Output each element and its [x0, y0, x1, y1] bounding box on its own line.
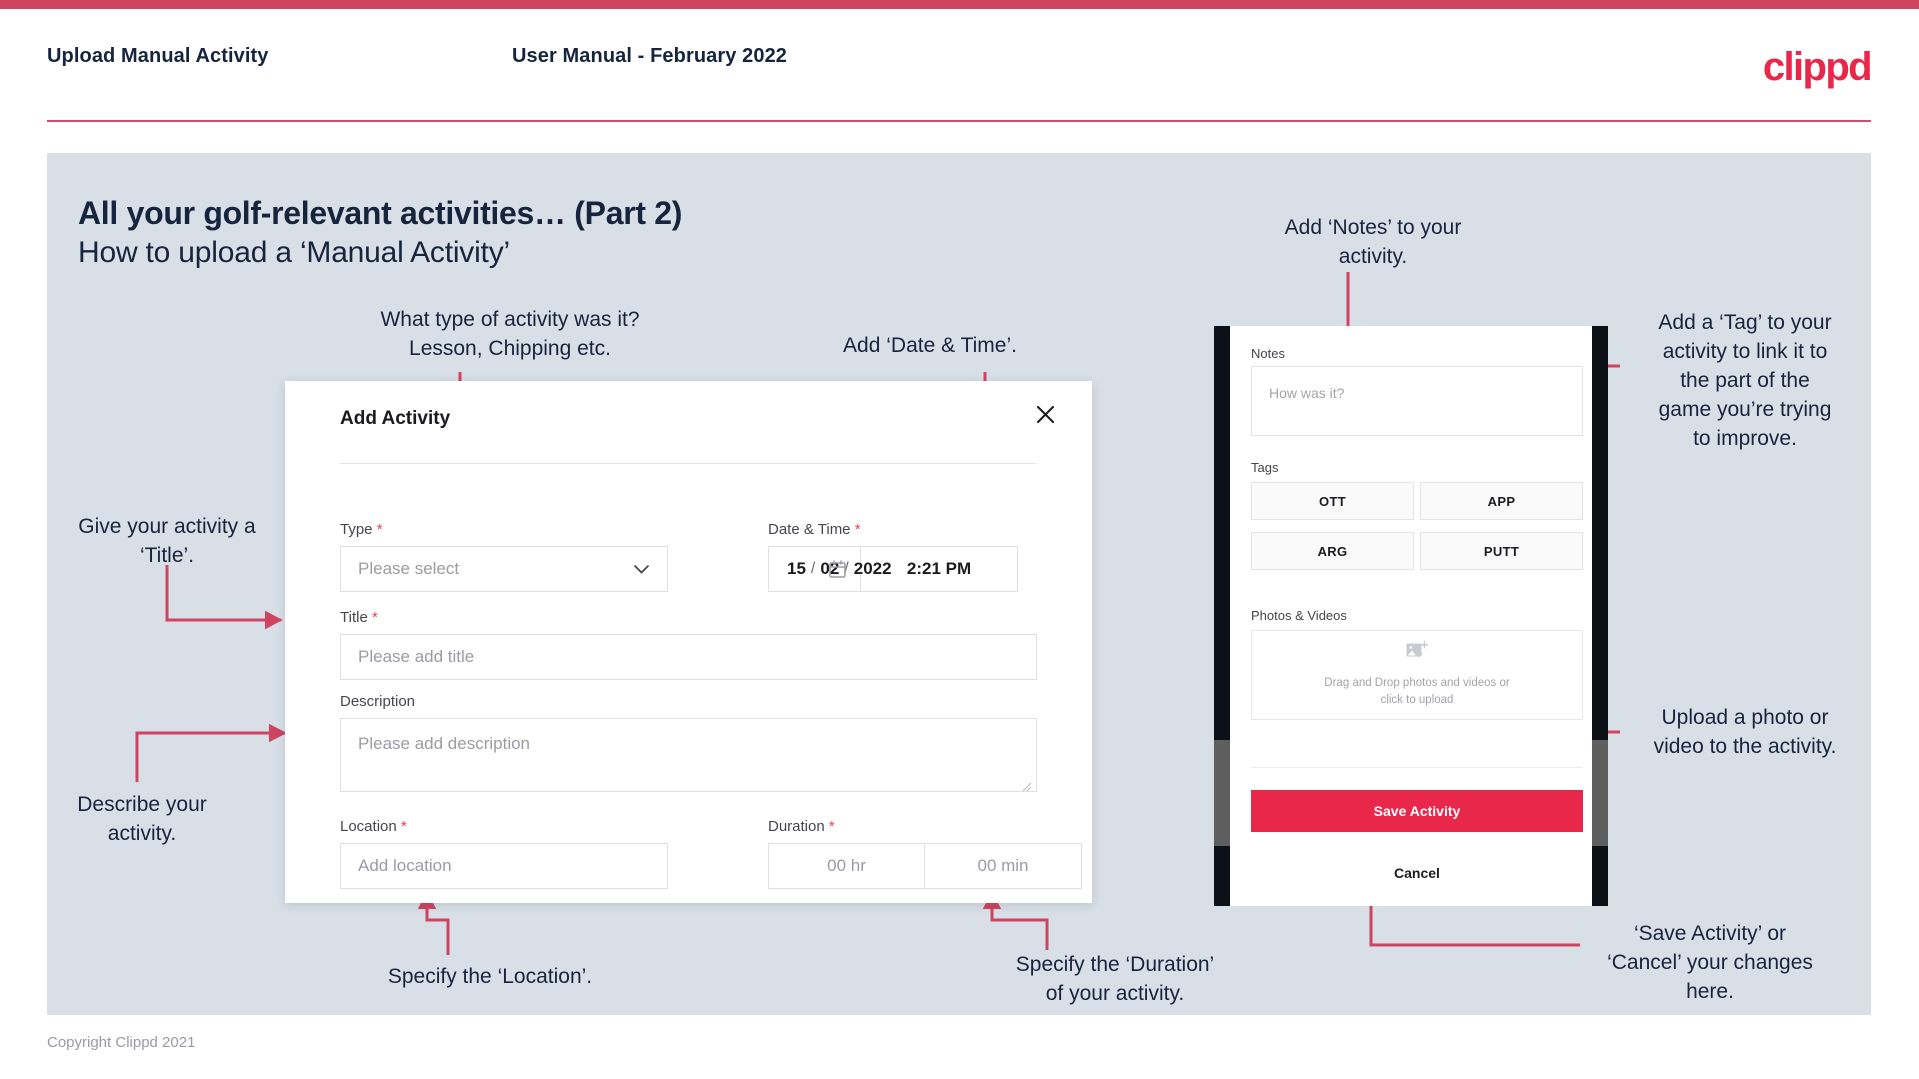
- notes-label: Notes: [1251, 346, 1285, 361]
- page-subtitle: How to upload a ‘Manual Activity’: [78, 236, 510, 269]
- tag-button-app[interactable]: APP: [1420, 482, 1583, 520]
- duration-label: Duration *: [768, 818, 835, 835]
- chevron-glyph: [634, 565, 649, 574]
- annotation-description: Describe your activity.: [77, 793, 207, 845]
- page-title: All your golf-relevant activities… (Part…: [78, 195, 683, 231]
- type-label: Type *: [340, 521, 383, 538]
- phone-power-button: [1592, 740, 1608, 846]
- type-select[interactable]: Please select: [340, 546, 668, 592]
- tags-label: Tags: [1251, 460, 1279, 475]
- clippd-logo: clippd: [1762, 45, 1873, 89]
- photos-label: Photos & Videos: [1251, 608, 1347, 623]
- dialog-title: Add Activity: [340, 408, 451, 429]
- annotation-type: What type of activity was it? Lesson, Chi…: [380, 308, 640, 360]
- header-divider: [47, 120, 1871, 122]
- type-placeholder: Please select: [358, 559, 460, 578]
- close-icon[interactable]: [1030, 399, 1060, 429]
- location-placeholder: Add location: [358, 856, 452, 875]
- header-title: Upload Manual Activity: [47, 45, 269, 67]
- resize-grip-glyph: [1022, 782, 1032, 792]
- type-required: *: [376, 521, 383, 538]
- phone-frame-left: [1214, 326, 1230, 906]
- duration-required: *: [828, 818, 835, 835]
- annotation-photos: Upload a photo or video to the activity.: [1653, 706, 1837, 758]
- title-required: *: [371, 609, 378, 626]
- calendar-glyph: [829, 560, 846, 578]
- datetime-field: 15 / 02 / 2022 2:21 PM: [768, 546, 1018, 592]
- description-label: Description: [340, 693, 415, 710]
- location-label-text: Location: [340, 818, 397, 835]
- slide-page: Upload Manual Activity User Manual - Feb…: [0, 0, 1919, 1079]
- duration-hours-placeholder: 00 hr: [827, 856, 866, 875]
- datetime-label: Date & Time *: [768, 521, 861, 538]
- notes-placeholder: How was it?: [1269, 385, 1345, 401]
- dropzone-line-1: Drag and Drop photos and videos or: [1324, 677, 1510, 689]
- title-label-text: Title: [340, 609, 368, 626]
- duration-hours-input[interactable]: 00 hr: [768, 843, 925, 889]
- cancel-button[interactable]: Cancel: [1251, 860, 1583, 886]
- description-label-text: Description: [340, 693, 416, 710]
- save-activity-button[interactable]: Save Activity: [1251, 790, 1583, 832]
- datetime-label-text: Date & Time: [768, 521, 851, 538]
- annotation-duration: Specify the ‘Duration’ of your activity.: [1015, 953, 1215, 1005]
- footer-copyright: Copyright Clippd 2021: [47, 1034, 196, 1051]
- date-day: 15: [787, 559, 806, 578]
- dropzone-line-2: click to upload: [1380, 694, 1454, 706]
- top-accent-bar: [0, 0, 1919, 9]
- annotation-title: Give your activity a ‘Title’.: [78, 515, 256, 567]
- annotation-tags: Add a ‘Tag’ to your activity to link it t…: [1658, 311, 1832, 450]
- description-placeholder: Please add description: [358, 734, 531, 753]
- resize-grip-icon[interactable]: [1021, 777, 1032, 792]
- annotation-location: Specify the ‘Location’.: [387, 965, 593, 988]
- photo-upload-dropzone[interactable]: Drag and Drop photos and videos or click…: [1251, 630, 1583, 720]
- dropzone-text: Drag and Drop photos and videos or click…: [1324, 675, 1509, 709]
- annotation-notes: Add ‘Notes’ to your activity.: [1284, 216, 1462, 268]
- dialog-divider: [340, 463, 1037, 464]
- type-label-text: Type: [340, 521, 373, 538]
- close-glyph: [1036, 405, 1054, 423]
- location-label: Location *: [340, 818, 407, 835]
- time-value: 2:21 PM: [906, 559, 972, 578]
- chevron-down-icon: [634, 559, 649, 579]
- date-year: 2022: [853, 559, 892, 578]
- duration-minutes-placeholder: 00 min: [977, 856, 1029, 875]
- title-input[interactable]: Please add title: [340, 634, 1037, 680]
- notes-textarea[interactable]: How was it?: [1251, 366, 1583, 436]
- phone-divider: [1251, 767, 1583, 768]
- annotation-datetime: Add ‘Date & Time’.: [843, 334, 1017, 357]
- duration-minutes-input[interactable]: 00 min: [925, 843, 1082, 889]
- annotation-save: ‘Save Activity’ or ‘Cancel’ your changes h…: [1607, 922, 1813, 1003]
- add-activity-dialog: Add Activity Type * Please select Date &…: [285, 381, 1092, 903]
- duration-field: 00 hr 00 min: [768, 843, 1082, 889]
- description-textarea[interactable]: Please add description: [340, 718, 1037, 792]
- duration-label-text: Duration: [768, 818, 825, 835]
- location-required: *: [400, 818, 407, 835]
- phone-frame-right: [1592, 326, 1608, 906]
- add-image-glyph: [1406, 641, 1429, 658]
- tag-button-ott[interactable]: OTT: [1251, 482, 1414, 520]
- tag-button-putt[interactable]: PUTT: [1420, 532, 1583, 570]
- title-label: Title *: [340, 609, 378, 626]
- dialog-header: Add Activity: [285, 381, 1092, 437]
- calendar-icon[interactable]: [829, 560, 846, 583]
- header-subtitle: User Manual - February 2022: [512, 45, 788, 67]
- date-sep-1: /: [810, 560, 816, 577]
- phone-volume-button: [1214, 740, 1230, 846]
- datetime-required: *: [854, 521, 861, 538]
- location-input[interactable]: Add location: [340, 843, 668, 889]
- date-input[interactable]: 15 / 02 / 2022: [768, 546, 892, 592]
- tag-button-arg[interactable]: ARG: [1251, 532, 1414, 570]
- add-image-icon: [1406, 641, 1429, 666]
- title-placeholder: Please add title: [358, 647, 475, 666]
